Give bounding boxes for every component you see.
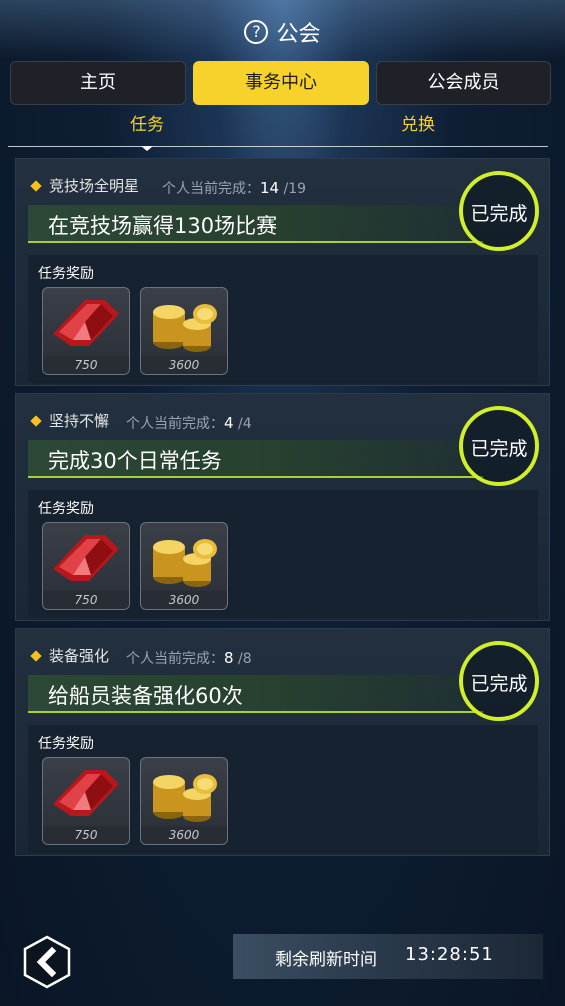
tab-affairs-center[interactable]: 事务中心 <box>193 61 369 105</box>
task-description: 完成30个日常任务 <box>48 449 222 473</box>
task-name: 坚持不懈 <box>49 412 110 430</box>
title-text: 公会 <box>276 22 321 47</box>
task-progress: 个人当前完成：14 /19 <box>162 178 306 198</box>
reward-label: 任务奖励 <box>38 501 94 517</box>
reward-label: 任务奖励 <box>38 736 94 752</box>
task-card: 坚持不懈 个人当前完成：4 /4 完成30个日常任务 已完成 任务奖励 750 <box>15 393 550 621</box>
diamond-bullet-icon <box>30 180 42 192</box>
subtab-divider <box>8 146 548 147</box>
subtab-tasks[interactable]: 任务 <box>130 110 164 135</box>
reward-quantity: 750 <box>43 826 129 844</box>
progress-label: 个人当前完成： <box>126 651 224 667</box>
gold-coins-icon <box>153 539 217 587</box>
subtab-exchange[interactable]: 兑换 <box>401 110 435 135</box>
progress-current: 14 <box>260 179 280 197</box>
task-description-banner: 完成30个日常任务 <box>28 440 483 478</box>
refresh-label: 剩余刷新时间 <box>275 950 377 970</box>
completed-badge: 已完成 <box>459 171 539 251</box>
completed-badge: 已完成 <box>459 406 539 486</box>
reward-quantity: 3600 <box>141 356 227 374</box>
help-icon[interactable]: ? <box>244 20 269 44</box>
refresh-timer: 剩余刷新时间 13:28:51 <box>233 934 543 979</box>
task-description-banner: 在竞技场赢得130场比赛 <box>28 205 483 243</box>
reward-panel: 任务奖励 750 3600 <box>28 490 538 618</box>
reward-quantity: 750 <box>43 591 129 609</box>
progress-current: 4 <box>224 414 234 432</box>
reward-item[interactable]: 750 <box>42 287 130 375</box>
task-description: 给船员装备强化60次 <box>48 684 243 708</box>
reward-quantity: 3600 <box>141 591 227 609</box>
page-title: ? 公会 <box>0 16 565 48</box>
progress-label: 个人当前完成： <box>126 416 224 432</box>
task-progress: 个人当前完成：4 /4 <box>126 413 252 433</box>
tab-home[interactable]: 主页 <box>10 61 186 105</box>
reward-panel: 任务奖励 750 3600 <box>28 255 538 383</box>
completed-label: 已完成 <box>470 438 528 460</box>
reward-item[interactable]: 3600 <box>140 522 228 610</box>
progress-total: /4 <box>238 416 252 432</box>
reward-item[interactable]: 3600 <box>140 287 228 375</box>
red-gem-icon <box>53 300 119 346</box>
diamond-bullet-icon <box>30 415 42 427</box>
red-gem-icon <box>53 770 119 816</box>
tab-guild-members[interactable]: 公会成员 <box>376 61 551 105</box>
task-card: 竞技场全明星 个人当前完成：14 /19 在竞技场赢得130场比赛 已完成 任务… <box>15 158 550 386</box>
reward-item[interactable]: 750 <box>42 757 130 845</box>
reward-panel: 任务奖励 750 3600 <box>28 725 538 853</box>
task-progress: 个人当前完成：8 /8 <box>126 648 252 668</box>
task-description-banner: 给船员装备强化60次 <box>28 675 483 713</box>
reward-item[interactable]: 3600 <box>140 757 228 845</box>
diamond-bullet-icon <box>30 650 42 662</box>
completed-badge: 已完成 <box>459 641 539 721</box>
gold-coins-icon <box>153 304 217 352</box>
red-gem-icon <box>53 535 119 581</box>
progress-total: /19 <box>283 181 307 197</box>
reward-quantity: 3600 <box>141 826 227 844</box>
task-name: 装备强化 <box>49 647 110 665</box>
reward-item[interactable]: 750 <box>42 522 130 610</box>
active-subtab-pointer <box>141 146 153 151</box>
progress-current: 8 <box>224 649 234 667</box>
task-name: 竞技场全明星 <box>49 177 140 195</box>
task-description: 在竞技场赢得130场比赛 <box>48 214 278 238</box>
reward-label: 任务奖励 <box>38 266 94 282</box>
completed-label: 已完成 <box>470 673 528 695</box>
refresh-time: 13:28:51 <box>405 944 494 965</box>
gold-coins-icon <box>153 774 217 822</box>
completed-label: 已完成 <box>470 203 528 225</box>
reward-quantity: 750 <box>43 356 129 374</box>
progress-label: 个人当前完成： <box>162 181 260 197</box>
task-card: 装备强化 个人当前完成：8 /8 给船员装备强化60次 已完成 任务奖励 750 <box>15 628 550 856</box>
main-tabs: 主页 事务中心 公会成员 <box>10 61 551 105</box>
back-chevron-icon[interactable] <box>20 935 74 989</box>
progress-total: /8 <box>238 651 252 667</box>
